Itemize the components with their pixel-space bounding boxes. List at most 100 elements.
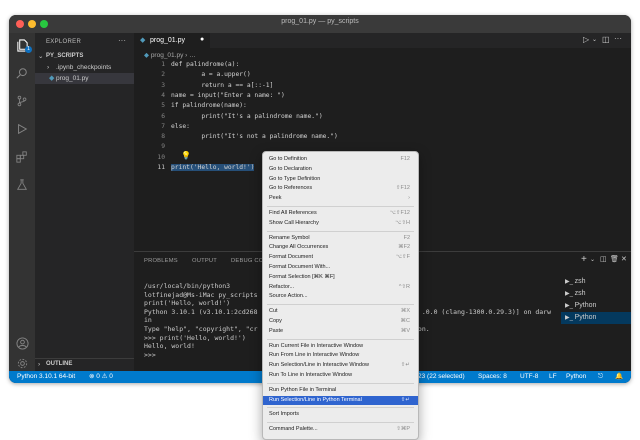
cursor-selection[interactable]: 23 (22 selected) — [418, 371, 465, 383]
unsaved-dot-icon[interactable]: ● — [200, 32, 204, 47]
indentation[interactable]: Spaces: 8 — [478, 371, 507, 383]
run-debug-icon[interactable] — [14, 121, 30, 137]
menu-item[interactable]: Cut ⌘X — [263, 307, 418, 317]
code-line[interactable]: else: — [171, 123, 190, 130]
menu-item[interactable]: Go to Definition F12 — [263, 155, 418, 165]
menu-item-label: Go to Declaration — [269, 165, 312, 172]
notifications-bell-icon[interactable]: 🔔 — [615, 371, 623, 383]
code-line[interactable]: def palindrome(a): — [171, 61, 239, 68]
code-line[interactable]: if palindrome(name): — [171, 102, 247, 109]
menu-item-shortcut: ⌘V — [400, 327, 410, 334]
title-bar: prog_01.py — py_scripts — [9, 15, 631, 33]
menu-item[interactable]: Go to Declaration — [263, 165, 418, 175]
close-panel-icon[interactable]: ✕ — [621, 255, 627, 263]
terminal-label: zsh — [574, 290, 586, 297]
run-dropdown-icon[interactable]: ⌄ — [592, 36, 597, 43]
new-terminal-icon[interactable]: + — [581, 254, 587, 265]
lightbulb-icon[interactable]: 💡 — [181, 151, 191, 160]
code-line[interactable]: print("It's a palindrome name.") — [171, 113, 322, 120]
menu-item-shortcut: ⌥⇧F — [395, 254, 410, 261]
more-actions-button[interactable]: ··· — [118, 36, 126, 45]
source-control-icon[interactable] — [14, 93, 30, 109]
folder-label: PY_SCRIPTS — [46, 53, 84, 59]
line-number: 6 — [161, 112, 165, 120]
terminal-item-zsh[interactable]: ▶_ zsh — [561, 288, 631, 300]
menu-item[interactable]: Command Palette... ⇧⌘P — [263, 425, 418, 435]
breadcrumb-file: prog_01.py — [150, 52, 184, 59]
run-file-icon[interactable]: ▷ — [583, 35, 589, 44]
menu-item-label: Run Python File in Terminal — [269, 386, 337, 393]
extensions-icon[interactable] — [14, 149, 30, 165]
menu-item[interactable]: Rename Symbol F2 — [263, 234, 418, 244]
menu-item[interactable]: Run Selection/Line in Interactive Window… — [263, 361, 418, 371]
menu-item[interactable]: Source Action... — [263, 292, 418, 302]
code-line[interactable]: print('Hello, world!') — [171, 164, 255, 171]
problems-count[interactable]: ⊗ 0 ⚠ 0 — [89, 371, 113, 383]
split-editor-icon[interactable]: ◫ — [602, 35, 610, 44]
menu-item[interactable]: Show Call Hierarchy ⌥⇧H — [263, 219, 418, 229]
tree-item-ipynb-checkpoints[interactable]: › .ipynb_checkpoints — [35, 62, 134, 73]
tab-problems[interactable]: PROBLEMS — [144, 258, 178, 264]
menu-separator — [267, 382, 414, 384]
terminal-label: zsh — [574, 278, 586, 285]
encoding[interactable]: UTF-8 — [520, 371, 538, 383]
terminal-item-zsh[interactable]: ▶_ zsh — [561, 276, 631, 288]
python-file-icon: ◆ — [140, 37, 146, 44]
menu-item[interactable]: Run From Line in Interactive Window — [263, 351, 418, 361]
tab-output[interactable]: OUTPUT — [192, 258, 217, 264]
activity-bar: 1 — [9, 33, 35, 371]
menu-item-shortcut: ⌘C — [400, 318, 410, 324]
search-icon[interactable] — [14, 65, 30, 81]
menu-item[interactable]: Run To Line in Interactive Window — [263, 371, 418, 381]
terminal-dropdown-icon[interactable]: ⌄ — [590, 256, 595, 263]
files-icon[interactable]: 1 — [14, 37, 32, 53]
menu-item[interactable]: Go to Type Definition — [263, 175, 418, 185]
menu-item[interactable]: Peek › — [263, 194, 418, 204]
menu-item[interactable]: Run Current File in Interactive Window — [263, 342, 418, 352]
more-actions-icon[interactable]: ··· — [614, 34, 622, 43]
code-line[interactable]: name = input("Enter a name: ") — [171, 92, 285, 99]
terminal-item-python[interactable]: ▶_ Python — [561, 300, 631, 312]
menu-item[interactable]: Sort Imports — [263, 410, 418, 420]
tab-debug-console[interactable]: DEBUG CO — [231, 258, 264, 264]
menu-item-shortcut: ⌥⇧F12 — [389, 210, 410, 216]
testing-icon[interactable] — [14, 177, 30, 193]
menu-item-label: Go to Type Definition — [269, 175, 321, 182]
terminal-item-python[interactable]: ▶_ Python — [561, 312, 631, 324]
folder-py-scripts[interactable]: ⌄ PY_SCRIPTS — [35, 51, 134, 62]
menu-item-label: Run Selection/Line in Python Terminal — [269, 396, 362, 403]
line-endings[interactable]: LF — [549, 371, 557, 383]
code-line[interactable]: print("It's not a palindrome name.") — [171, 133, 337, 140]
tab-prog-01-py[interactable]: ◆ prog_01.py ● — [134, 33, 210, 48]
menu-item[interactable]: Refactor... ^⇧R — [263, 283, 418, 293]
menu-item[interactable]: Format Document ⌥⇧F — [263, 253, 418, 263]
outline-section[interactable]: › OUTLINE — [35, 358, 134, 370]
menu-separator — [267, 338, 414, 340]
menu-item[interactable]: Find All References ⌥⇧F12 — [263, 209, 418, 219]
feedback-icon[interactable]: ⎋ — [598, 371, 603, 383]
split-terminal-icon[interactable]: ◫ — [600, 255, 607, 263]
account-icon[interactable] — [14, 335, 30, 351]
code-line[interactable]: return a == a[::-1] — [171, 82, 273, 89]
explorer-badge: 1 — [25, 46, 32, 53]
language-mode[interactable]: Python — [566, 371, 586, 383]
menu-item[interactable]: Format Document With... — [263, 263, 418, 273]
breadcrumb[interactable]: ◆ prog_01.py › … — [144, 51, 196, 59]
explorer-sidebar: EXPLORER ··· ⌄ PY_SCRIPTS › .ipynb_check… — [35, 33, 134, 371]
outline-label: OUTLINE — [46, 361, 73, 367]
settings-gear-icon[interactable] — [14, 355, 30, 371]
kill-terminal-icon[interactable]: 🗑 — [610, 255, 619, 263]
menu-item[interactable]: Go to References ⇧F12 — [263, 184, 418, 194]
code-line[interactable]: a = a.upper() — [171, 71, 250, 78]
menu-item-label: Format Selection [⌘K ⌘F] — [269, 273, 335, 280]
menu-item[interactable]: Change All Occurrences ⌘F2 — [263, 243, 418, 253]
menu-item[interactable]: Run Selection/Line in Python Terminal ⇧↵ — [263, 395, 418, 406]
menu-item[interactable]: Copy ⌘C — [263, 317, 418, 327]
python-interpreter[interactable]: Python 3.10.1 64-bit — [17, 371, 75, 383]
editor-tab-bar: ◆ prog_01.py ● ▷ ⌄ ◫ ··· — [134, 33, 631, 48]
menu-item-label: Go to Definition — [269, 156, 307, 162]
tree-item-prog-01-py[interactable]: ◆ prog_01.py — [35, 73, 134, 84]
menu-item[interactable]: Paste ⌘V — [263, 327, 418, 337]
menu-item[interactable]: Format Selection [⌘K ⌘F] — [263, 273, 418, 283]
menu-item[interactable]: Run Python File in Terminal — [263, 386, 418, 396]
